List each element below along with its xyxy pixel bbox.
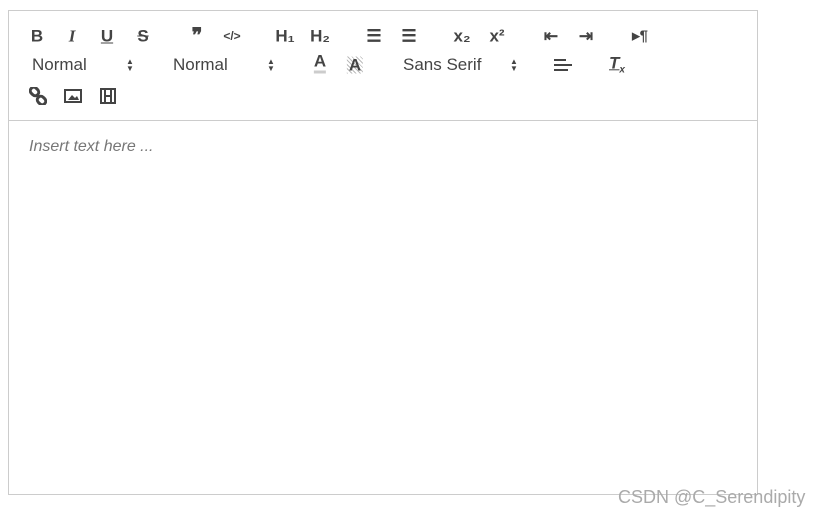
outdent-button[interactable]: ⇤ <box>544 28 558 45</box>
underline-button[interactable]: U <box>101 28 113 45</box>
editor-placeholder: Insert text here ... <box>29 138 154 155</box>
bullet-list-button[interactable]: ☰ <box>401 28 416 45</box>
italic-button[interactable]: I <box>69 28 76 45</box>
background-color-icon[interactable]: A <box>346 56 364 74</box>
chevron-updown-icon: ▲ ▼ <box>126 57 134 73</box>
watermark: CSDN @C_Serendipity <box>618 487 806 507</box>
video-icon[interactable] <box>100 88 116 104</box>
header-select[interactable]: Normal <box>173 55 228 75</box>
font-select[interactable]: Sans Serif <box>403 55 481 75</box>
clear-format-icon[interactable]: Tx <box>609 54 625 75</box>
superscript-button[interactable]: x² <box>489 28 504 45</box>
blockquote-button[interactable]: ❞ <box>192 26 203 46</box>
direction-rtl-button[interactable]: ▸¶ <box>632 29 648 44</box>
align-icon[interactable] <box>554 58 572 72</box>
chevron-updown-icon: ▲ ▼ <box>267 57 275 73</box>
indent-button[interactable]: ⇥ <box>579 28 593 45</box>
chevron-updown-icon: ▲ ▼ <box>510 57 518 73</box>
editor-content[interactable]: Insert text here ... <box>8 120 758 495</box>
text-color-icon[interactable]: A <box>313 53 327 74</box>
bold-button[interactable]: B <box>31 28 43 45</box>
image-icon[interactable] <box>64 89 82 103</box>
subscript-button[interactable]: x₂ <box>453 28 470 45</box>
header-1-button[interactable]: H₁ <box>275 28 294 45</box>
ordered-list-button[interactable]: ☰ <box>366 28 381 45</box>
header-2-button[interactable]: H₂ <box>310 28 330 45</box>
link-icon[interactable] <box>29 87 47 105</box>
strike-button[interactable]: S <box>137 28 148 45</box>
size-select[interactable]: Normal <box>32 55 87 75</box>
code-block-button[interactable]: </> <box>223 30 240 42</box>
editor-toolbar: B I U S ❞ </> H₁ H₂ ☰ ☰ x₂ x² ⇤ ⇥ ▸¶ Nor… <box>8 10 758 121</box>
